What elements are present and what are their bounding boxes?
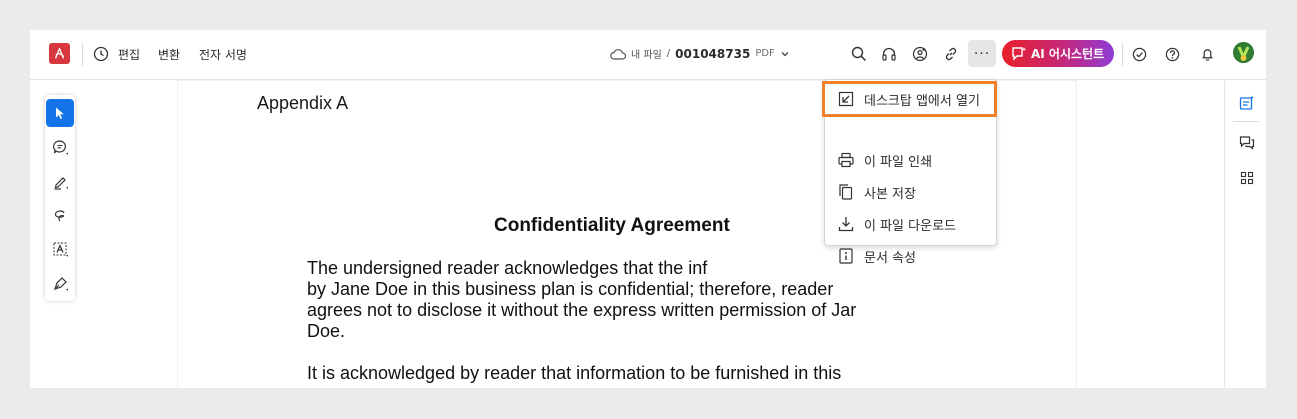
menu-item-download[interactable]: 이 파일 다운로드 [825,208,998,240]
paragraph-line: Doe. [307,321,346,341]
text-tool[interactable] [46,235,74,263]
share-user-icon[interactable] [911,45,928,62]
user-avatar[interactable] [1233,42,1254,63]
acrobat-logo-icon[interactable] [49,43,70,64]
notifications-bell-icon[interactable] [1199,46,1215,62]
menu-item-document-properties[interactable]: 문서 속성 [825,240,998,272]
ai-assistant-button[interactable]: AI 어시스턴트 [1002,40,1114,67]
paragraph-line: It is acknowledged by reader that inform… [307,363,842,383]
copy-icon [836,182,856,202]
paragraph-line: The undersigned reader acknowledges that… [307,258,708,278]
cloud-icon [610,48,626,60]
comments-panel-icon[interactable] [1238,134,1255,151]
menu-item-label: 데스크탑 앱에서 열기 [864,93,980,109]
comment-tool[interactable] [46,133,74,161]
menu-item-label: 이 파일 다운로드 [864,218,956,234]
document-heading: Appendix A [257,93,349,113]
open-external-icon [836,89,856,109]
pen-icon [54,176,68,190]
document-title: Confidentiality Agreement [494,215,730,236]
esign-button[interactable]: 전자 서명 [199,46,247,63]
history-icon[interactable] [93,46,109,62]
select-tool[interactable] [46,99,74,127]
comment-icon [52,139,68,155]
convert-button[interactable]: 변환 [158,46,180,63]
my-files-label[interactable]: 내 파일 [631,46,662,61]
paragraph-line: by Jane Doe in this business plan is con… [307,279,834,299]
lasso-icon [54,209,65,221]
divider [1122,43,1123,66]
draw-tool[interactable] [46,201,74,229]
ai-chat-icon [1012,47,1027,61]
file-name-breadcrumb[interactable]: 내 파일 / 001048735 PDF [610,46,790,61]
read-aloud-icon[interactable] [880,45,897,62]
breadcrumb-separator: / [666,48,671,59]
paragraph-line: agrees not to disclose it without the ex… [307,300,857,320]
highlight-pen-tool[interactable] [46,167,74,195]
help-icon[interactable] [1164,46,1180,62]
divider [82,43,83,66]
left-tool-rail [45,95,75,301]
menu-item-label: 문서 속성 [864,250,916,266]
ai-assistant-label: AI 어시스턴트 [1031,47,1105,61]
menu-item-print[interactable]: 이 파일 인쇄 [825,144,998,176]
file-extension: PDF [755,48,775,59]
top-toolbar: 편집 변환 전자 서명 내 파일 / 001048735 PDF ··· AI … [30,30,1266,80]
ai-summary-icon[interactable] [1238,94,1255,111]
edit-button[interactable]: 편집 [118,46,140,63]
info-icon [836,246,856,266]
fountain-pen-icon [53,276,68,291]
menu-item-label: 이 파일 인쇄 [864,154,933,170]
search-icon[interactable] [850,45,867,62]
more-options-menu: 데스크탑 앱에서 열기 이 파일 인쇄 사본 저장 이 파일 다운로드 문서 속… [822,79,998,266]
menu-item-label: 사본 저장 [864,186,916,202]
cursor-arrow-icon [56,107,64,119]
print-icon [836,150,856,170]
acrobat-window: 편집 변환 전자 서명 내 파일 / 001048735 PDF ··· AI … [30,30,1266,388]
thumbnails-grid-icon[interactable] [1238,169,1255,186]
menu-item-open-in-desktop[interactable]: 데스크탑 앱에서 열기 [822,81,997,117]
more-options-button[interactable]: ··· [968,40,996,67]
right-panel-rail [1224,81,1266,388]
chevron-down-icon [781,51,789,56]
sign-tool[interactable] [46,269,74,297]
checkmark-circle-icon[interactable] [1131,46,1147,62]
download-icon [836,214,856,234]
text-box-icon [53,242,68,257]
file-name: 001048735 [675,46,751,61]
link-icon[interactable] [942,45,959,62]
divider [1233,121,1259,122]
menu-item-save-copy[interactable]: 사본 저장 [825,176,998,208]
